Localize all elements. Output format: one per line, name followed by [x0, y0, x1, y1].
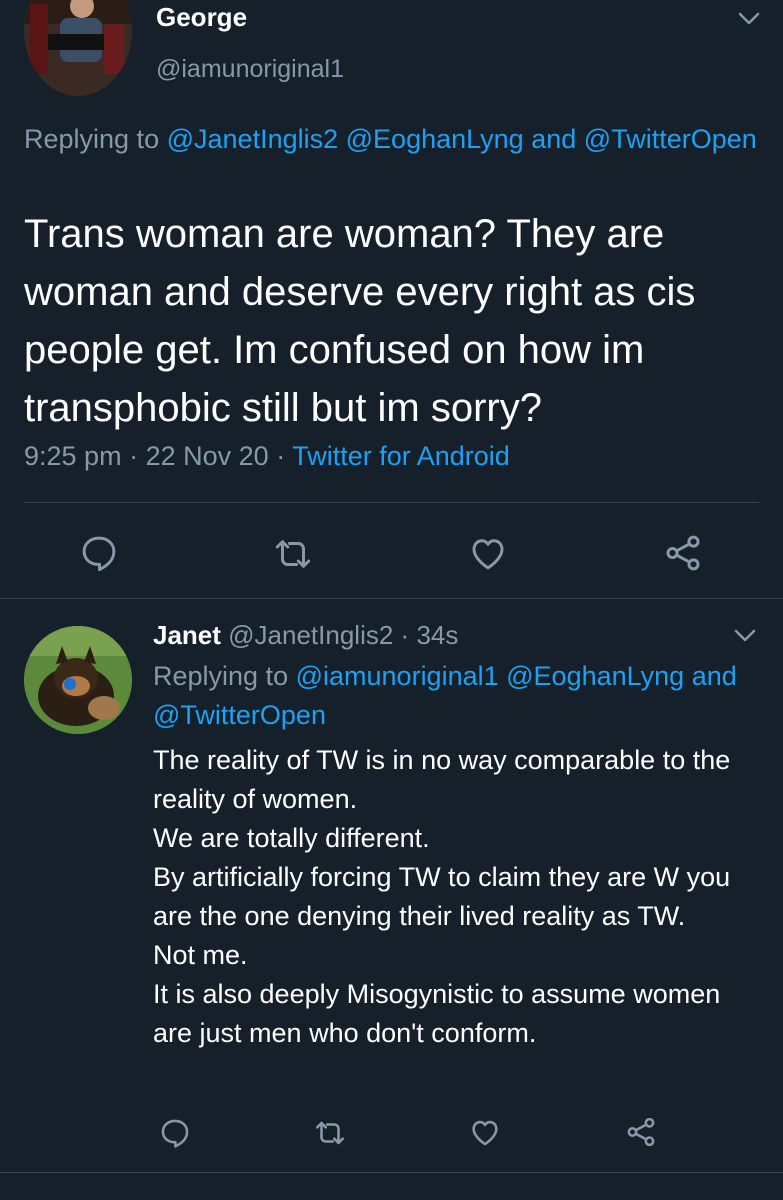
- tweet-date: 22 Nov 20: [145, 441, 269, 471]
- meta-dot: ·: [129, 441, 139, 471]
- share-icon[interactable]: [624, 1115, 658, 1149]
- reply-author-handle[interactable]: @JanetInglis2: [228, 620, 393, 650]
- reply-author-name[interactable]: Janet: [153, 620, 221, 650]
- mention-twitteropen[interactable]: @TwitterOpen: [584, 124, 757, 154]
- george-avatar[interactable]: [24, 0, 132, 96]
- tweet-text: Trans woman are woman? They are woman an…: [24, 212, 696, 430]
- replying-prefix: Replying to: [153, 661, 289, 691]
- reply-line: We are totally different.: [153, 823, 430, 853]
- chevron-down-icon[interactable]: [733, 628, 757, 644]
- reply-icon[interactable]: [158, 1116, 192, 1150]
- tweet-source[interactable]: Twitter for Android: [292, 441, 510, 471]
- mention-eoghanlyng[interactable]: @EoghanLyng: [346, 124, 524, 154]
- author-handle[interactable]: @iamunoriginal1: [156, 55, 344, 84]
- mention-iamunoriginal1[interactable]: @iamunoriginal1: [296, 661, 499, 691]
- tweet-meta: 9:25 pm · 22 Nov 20 · Twitter for Androi…: [24, 441, 510, 472]
- reply-icon[interactable]: [78, 532, 120, 574]
- meta-dot: ·: [400, 620, 410, 650]
- mention-eoghanlyng[interactable]: @EoghanLyng: [506, 661, 684, 691]
- replying-and: and: [691, 661, 737, 691]
- reply-line: It is also deeply Misogynistic to assume…: [153, 979, 721, 1048]
- like-icon[interactable]: [468, 1115, 502, 1149]
- retweet-icon[interactable]: [272, 533, 314, 575]
- janet-avatar[interactable]: [24, 626, 132, 734]
- mention-janetinglis2[interactable]: @JanetInglis2: [167, 124, 339, 154]
- reply-text: The reality of TW is in no way comparabl…: [153, 741, 763, 1053]
- replying-to: Replying to @JanetInglis2 @EoghanLyng an…: [24, 120, 764, 159]
- retweet-icon[interactable]: [313, 1116, 347, 1150]
- avatar-photo-janet: [24, 626, 132, 734]
- replying-prefix: Replying to: [24, 124, 160, 154]
- chevron-down-icon[interactable]: [737, 11, 761, 27]
- author-name[interactable]: George: [156, 2, 247, 33]
- tweet-separator: [0, 598, 783, 599]
- main-tweet: George @iamunoriginal1 Replying to @Jane…: [0, 0, 783, 600]
- reply-replying-to: Replying to @iamunoriginal1 @EoghanLyng …: [153, 657, 753, 735]
- reply-line: By artificially forcing TW to claim they…: [153, 862, 731, 931]
- tweet-time: 9:25 pm: [24, 441, 122, 471]
- mention-twitteropen[interactable]: @TwitterOpen: [153, 700, 326, 730]
- reply-line: The reality of TW is in no way comparabl…: [153, 745, 731, 814]
- reply-line: Not me.: [153, 940, 248, 970]
- replying-and: and: [531, 124, 577, 154]
- reply-age: 34s: [416, 620, 459, 650]
- divider: [24, 502, 759, 503]
- avatar-photo-george: [24, 0, 132, 96]
- meta-dot: ·: [276, 441, 286, 471]
- reply-header: Janet @JanetInglis2 · 34s: [153, 620, 458, 651]
- share-icon[interactable]: [662, 532, 704, 574]
- like-icon[interactable]: [467, 532, 509, 574]
- bottom-divider: [0, 1172, 783, 1173]
